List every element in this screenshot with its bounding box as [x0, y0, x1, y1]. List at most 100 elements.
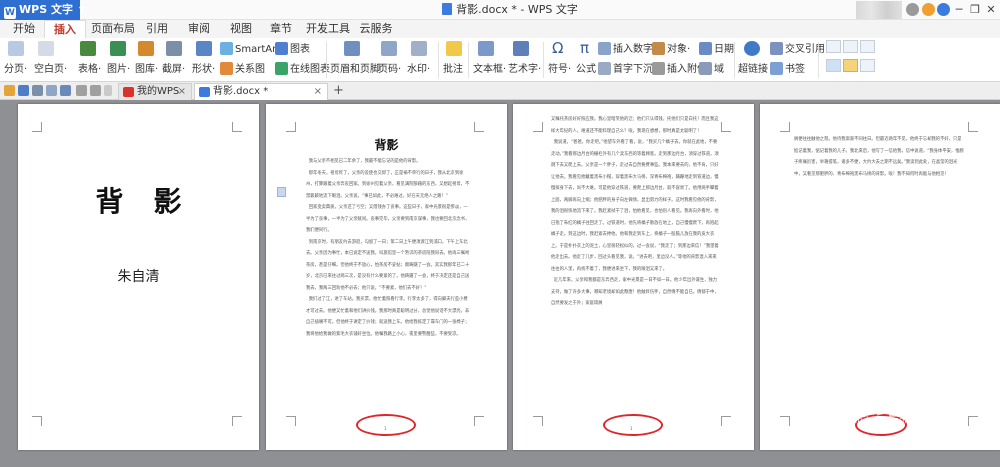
- highlight-icon[interactable]: [843, 59, 858, 72]
- cover-author[interactable]: 朱自清: [18, 266, 259, 286]
- help-icon[interactable]: [937, 3, 950, 16]
- comment-button[interactable]: 批注: [443, 64, 463, 76]
- tab-page-layout[interactable]: 页面布局: [88, 20, 138, 38]
- date-button[interactable]: 日期: [699, 42, 734, 56]
- blank-page-button[interactable]: 空白页·: [34, 64, 67, 76]
- margin-mark: [533, 122, 543, 132]
- object-button[interactable]: 对象·: [652, 42, 690, 56]
- margin-mark: [232, 416, 242, 426]
- app-menu-button[interactable]: W WPS 文字 ▼: [0, 0, 85, 20]
- print-preview-icon[interactable]: [46, 85, 57, 96]
- ribbon-layout-icon[interactable]: [826, 59, 841, 72]
- skin-icon[interactable]: [906, 3, 919, 16]
- page-break-icon: [8, 41, 24, 56]
- page-body-text[interactable]: 又嘱托茶房好好照应我。我心里暗笑他的迂；他们只认得钱，托他们只是白托！而且我这样…: [551, 114, 719, 424]
- close-button[interactable]: ✕: [982, 0, 1000, 20]
- gallery-button[interactable]: 图库·: [135, 64, 158, 76]
- margin-mark: [533, 416, 543, 426]
- online-chart-button[interactable]: 在线图表: [275, 62, 330, 76]
- margin-mark: [721, 416, 731, 426]
- number-icon: [598, 42, 611, 55]
- ribbon-separator: [468, 42, 469, 78]
- tab-insert[interactable]: 插入: [44, 20, 86, 38]
- margin-mark: [474, 122, 484, 132]
- page-body-text[interactable]: 我与父亲不相见已二年余了，我最不能忘记的是他的背影。 那年冬天，祖母死了，父亲的…: [306, 156, 470, 424]
- ribbon-separator: [818, 42, 819, 78]
- field-label: 域: [714, 64, 724, 75]
- table-button[interactable]: 表格·: [78, 64, 101, 76]
- chart-icon: [275, 42, 288, 55]
- margin-mark: [968, 122, 978, 132]
- open-icon[interactable]: [4, 85, 15, 96]
- bookmark-label: 书签: [785, 64, 805, 75]
- ribbon-separator: [734, 42, 735, 78]
- tab-references[interactable]: 引用: [140, 20, 174, 38]
- insert-number-button[interactable]: 插入数字: [598, 42, 653, 56]
- cross-reference-button[interactable]: 交叉引用: [770, 42, 825, 56]
- menu-bar: 开始 插入 页面布局 引用 审阅 视图 章节 开发工具 云服务: [0, 20, 1000, 38]
- ribbon-layout-icon[interactable]: [826, 40, 841, 53]
- undo-icon[interactable]: [76, 85, 87, 96]
- print-icon[interactable]: [32, 85, 43, 96]
- header-footer-button[interactable]: 页眉和页脚: [330, 64, 380, 76]
- page-title[interactable]: 背影: [266, 136, 507, 153]
- field-button[interactable]: 域: [699, 62, 724, 76]
- header-footer-icon: [344, 41, 360, 56]
- redo-icon[interactable]: [90, 85, 101, 96]
- ribbon-layout-icon[interactable]: [860, 59, 875, 72]
- tab-developer[interactable]: 开发工具: [304, 20, 352, 38]
- new-tab-button[interactable]: +: [333, 82, 344, 99]
- omega-icon: Ω: [552, 39, 564, 57]
- smartart-button[interactable]: SmartArt: [220, 42, 280, 56]
- cloud-icon[interactable]: [922, 3, 935, 16]
- page-number-button[interactable]: 页码·: [378, 64, 401, 76]
- tab-view[interactable]: 视图: [224, 20, 258, 38]
- margin-mark: [780, 122, 790, 132]
- formula-button[interactable]: 公式: [576, 64, 596, 76]
- margin-mark: [474, 416, 484, 426]
- picture-button[interactable]: 图片·: [107, 64, 130, 76]
- document-page-3: 又嘱托茶房好好照应我。我心里暗笑他的迂；他们只认得钱，托他们只是白托！而且我这样…: [513, 104, 754, 450]
- chevron-down-icon: ▼: [78, 5, 86, 14]
- dropcap-label: 首字下沉: [613, 64, 653, 75]
- watermark-icon: [411, 41, 427, 56]
- relation-chart-button[interactable]: 关系图: [220, 62, 265, 76]
- red-circle-annotation: [356, 414, 416, 436]
- document-page-2: 背影 我与父亲不相见已二年余了，我最不能忘记的是他的背影。 那年冬天，祖母死了，…: [266, 104, 507, 450]
- tab-home[interactable]: 开始: [4, 20, 44, 38]
- dropcap-button[interactable]: 首字下沉: [598, 62, 653, 76]
- tab-cloud[interactable]: 云服务: [356, 20, 396, 38]
- page-break-button[interactable]: 分页·: [4, 64, 27, 76]
- hyperlink-button[interactable]: 超链接: [738, 64, 768, 76]
- qat-more-icon[interactable]: [104, 85, 112, 96]
- close-tab-icon[interactable]: ×: [178, 84, 186, 100]
- page-body-text[interactable]: 屑便往往触他之怒。他待我渐渐不同往日。但最近两年不见，他终于忘却我的不好，只是惦…: [794, 134, 964, 214]
- object-label: 对象·: [667, 44, 691, 55]
- save-icon[interactable]: [18, 85, 29, 96]
- screenshot-button[interactable]: 截屏·: [162, 64, 185, 76]
- field-icon: [699, 62, 712, 75]
- watermark-button[interactable]: 水印·: [407, 64, 430, 76]
- bookmark-button[interactable]: 书签: [770, 62, 805, 76]
- relation-chart-label: 关系图: [235, 64, 265, 75]
- chart-button[interactable]: 图表: [275, 42, 310, 56]
- tab-document[interactable]: 背影.docx * ×: [194, 83, 328, 100]
- tab-chapter[interactable]: 章节: [264, 20, 298, 38]
- cover-title[interactable]: 背影: [18, 180, 259, 220]
- relation-chart-icon: [220, 62, 233, 75]
- ribbon-separator: [438, 42, 439, 78]
- tab-my-wps[interactable]: 我的WPS ×: [118, 83, 192, 100]
- textbox-button[interactable]: 文本框·: [473, 64, 506, 76]
- ribbon-layout-icon[interactable]: [860, 40, 875, 53]
- table-icon: [80, 41, 96, 56]
- wordart-button[interactable]: 艺术字·: [508, 64, 541, 76]
- close-tab-icon[interactable]: ×: [314, 84, 322, 100]
- page-tool-icon[interactable]: [277, 187, 286, 197]
- date-label: 日期: [714, 44, 734, 55]
- symbol-button[interactable]: 符号·: [548, 64, 571, 76]
- shape-button[interactable]: 形状·: [192, 64, 215, 76]
- margin-mark: [232, 122, 242, 132]
- ribbon-layout-icon[interactable]: [843, 40, 858, 53]
- export-icon[interactable]: [60, 85, 71, 96]
- tab-review[interactable]: 审阅: [182, 20, 216, 38]
